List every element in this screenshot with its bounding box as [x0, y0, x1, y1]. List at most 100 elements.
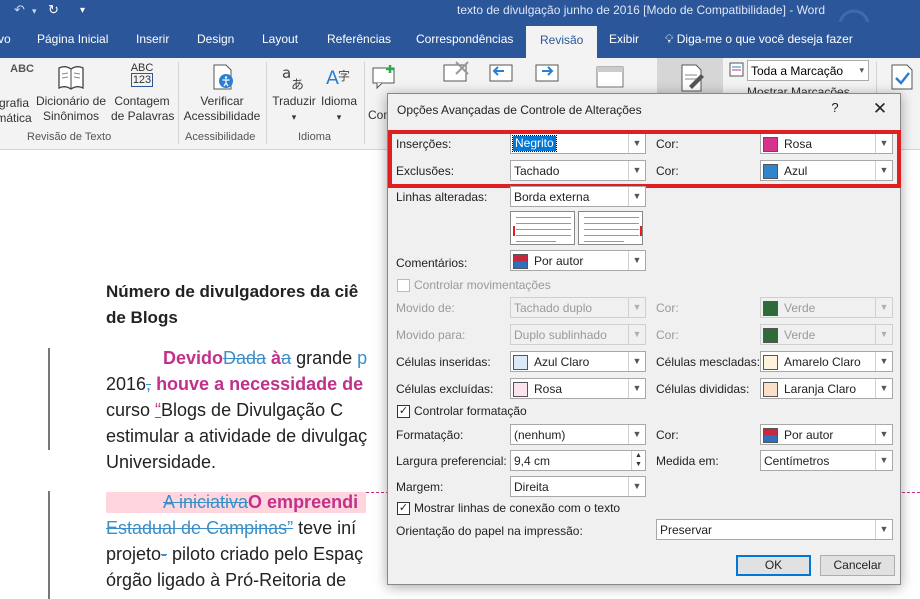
preferred-width-stepper[interactable]: 9,4 cm ▲ ▼ [510, 450, 646, 471]
color-swatch [763, 328, 778, 343]
track-formatting-checkbox[interactable]: ✓ [397, 405, 410, 418]
track-changes-button[interactable] [657, 58, 723, 96]
tab-layout[interactable]: Layout [262, 32, 298, 46]
customize-quick-access-icon[interactable]: ▾ [80, 5, 85, 16]
tab-home[interactable]: Página Inicial [37, 32, 108, 46]
chevron-down-icon: ▾ [859, 65, 864, 75]
insertions-value: Negrito [512, 135, 557, 152]
translate-button[interactable]: a あ Traduzir ▾ [271, 62, 317, 125]
deletions-select[interactable]: Tachado ▼ [510, 160, 646, 181]
redo-icon[interactable]: ↻ [48, 2, 59, 18]
deleted-text: p [357, 348, 368, 368]
show-comments-icon[interactable] [594, 64, 628, 92]
measure-in-select[interactable]: Centímetros ▼ [760, 450, 893, 471]
margin-label: Margem: [396, 480, 444, 494]
insertions-color-value: Rosa [784, 137, 813, 151]
margin-select[interactable]: Direita ▼ [510, 476, 646, 497]
help-button[interactable]: ? [829, 100, 841, 115]
comments-value: Por autor [534, 254, 584, 268]
paragraph-line: projeto- piloto criado pelo Espaç [106, 544, 363, 565]
spelling-button[interactable]: ABC grafia mática [0, 62, 34, 126]
word-count-label-1: Contagem [114, 94, 170, 108]
show-lines-checkbox[interactable]: ✓ [397, 502, 410, 515]
document-title: texto de divulgação junho de 2016 [Modo … [457, 3, 826, 17]
cancel-button[interactable]: Cancelar [820, 555, 895, 576]
formatting-select[interactable]: (nenhum) ▼ [510, 424, 646, 445]
svg-text:あ: あ [291, 78, 304, 92]
undo-dropdown-icon[interactable]: ▾ [32, 6, 37, 17]
paragraph-line: estimular a atividade de divulgaç [106, 426, 368, 446]
insertions-color-select[interactable]: Rosa ▼ [760, 133, 893, 154]
ribbon-separator [266, 62, 267, 144]
comments-select[interactable]: Por autor ▼ [510, 250, 646, 271]
heading-line-1: Número de divulgadores da ciê [106, 282, 359, 301]
chevron-down-icon: ▼ [628, 325, 645, 344]
change-bar [48, 348, 50, 450]
next-comment-icon[interactable] [532, 60, 568, 90]
chevron-down-icon: ▼ [875, 379, 892, 398]
ok-button[interactable]: OK [736, 555, 811, 576]
tab-review[interactable]: Revisão [526, 26, 598, 58]
split-cells-select[interactable]: Laranja Claro ▼ [760, 378, 893, 399]
changed-lines-preview-left [510, 211, 575, 245]
color-swatch [513, 382, 528, 397]
group-label-accessibility: Acessibilidade [185, 131, 256, 143]
spinner-arrows-icon[interactable]: ▲ ▼ [631, 451, 645, 470]
changed-lines-select[interactable]: Borda externa ▼ [510, 186, 646, 207]
moved-from-color-select[interactable]: Verde ▼ [760, 297, 893, 318]
merged-cells-select[interactable]: Amarelo Claro ▼ [760, 351, 893, 372]
deletions-value: Tachado [514, 164, 560, 178]
advanced-track-changes-dialog: Opções Avançadas de Controle de Alteraçõ… [387, 93, 901, 585]
color-swatch [513, 254, 528, 269]
track-moves-label: Controlar movimentações [414, 278, 551, 292]
close-icon[interactable]: ✕ [869, 98, 891, 120]
tell-me-box[interactable]: 💡︎ Diga-me o que você deseja fazer [665, 32, 853, 47]
tab-view[interactable]: Exibir [609, 32, 639, 46]
word-count-button[interactable]: ABC 123 Contagem de Palavras [111, 62, 174, 124]
moved-to-select[interactable]: Duplo sublinhado ▼ [510, 324, 646, 345]
language-button[interactable]: A 字 Idioma ▾ [318, 62, 360, 125]
display-for-review-select[interactable]: Toda a Marcação ▾ [747, 60, 869, 81]
moved-from-select[interactable]: Tachado duplo ▼ [510, 297, 646, 318]
previous-comment-icon[interactable] [486, 60, 522, 90]
check-accessibility-button[interactable]: Verificar Acessibilidade [182, 62, 262, 124]
changed-lines-label: Linhas alteradas: [396, 190, 488, 204]
translate-dropdown-icon: ▾ [291, 112, 297, 122]
track-formatting-label: Controlar formatação [414, 404, 527, 418]
deletions-color-select[interactable]: Azul ▼ [760, 160, 893, 181]
preferred-width-label: Largura preferencial: [396, 454, 507, 468]
tab-references[interactable]: Referências [327, 32, 391, 46]
undo-icon[interactable]: ↶ [14, 2, 25, 18]
language-icon: A 字 [326, 67, 350, 89]
deleted-text: Estadual de Campinas” [106, 518, 294, 538]
orientation-label: Orientação do papel na impressão: [396, 524, 583, 538]
language-label: Idioma [320, 94, 358, 108]
paragraph-line: DevidoDada àa grande p [163, 348, 367, 369]
deletions-label: Exclusões: [396, 164, 455, 178]
inserted-cells-select[interactable]: Azul Claro ▼ [510, 351, 646, 372]
chevron-down-icon: ▼ [875, 451, 892, 470]
split-cells-value: Laranja Claro [784, 382, 857, 396]
word-count-icon: ABC 123 [127, 62, 157, 92]
track-moves-checkbox[interactable] [397, 279, 410, 292]
tab-design[interactable]: Design [197, 32, 234, 46]
formatting-color-select[interactable]: Por autor ▼ [760, 424, 893, 445]
display-for-review-icon [729, 62, 744, 77]
moved-from-label: Movido de: [396, 301, 455, 315]
chevron-down-icon: ▼ [875, 325, 892, 344]
tab-mailings[interactable]: Correspondências [416, 32, 513, 46]
delete-comment-icon[interactable] [440, 60, 476, 90]
insertions-select[interactable]: Negrito ▼ [510, 133, 646, 154]
plain-text: curso [106, 400, 156, 420]
inserted-cells-label: Células inseridas: [396, 355, 491, 369]
thesaurus-button[interactable]: Dicionário de Sinônimos [35, 62, 107, 124]
tab-file[interactable]: vo [0, 32, 11, 46]
orientation-select[interactable]: Preservar ▼ [656, 519, 893, 540]
color-swatch [763, 164, 778, 179]
deleted-cells-select[interactable]: Rosa ▼ [510, 378, 646, 399]
tab-insert[interactable]: Inserir [136, 32, 169, 46]
show-lines-label: Mostrar linhas de conexão com o texto [414, 501, 621, 515]
plain-text: grande [291, 348, 358, 368]
language-dropdown-icon: ▾ [336, 112, 342, 122]
moved-to-color-select[interactable]: Verde ▼ [760, 324, 893, 345]
